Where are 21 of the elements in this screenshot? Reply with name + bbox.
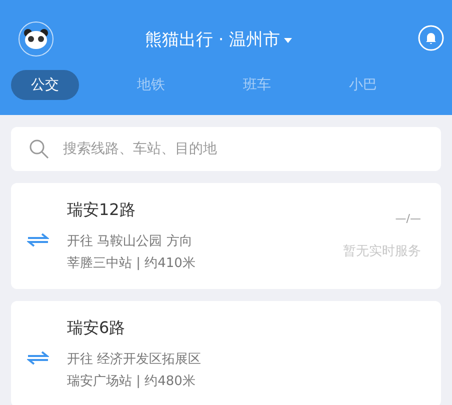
stop-distance: 莘塍三中站 | 约410米 <box>67 254 196 272</box>
search-icon <box>29 139 49 159</box>
caret-icon <box>284 38 292 44</box>
stop-distance: 瑞安广场站 | 约480米 <box>67 372 196 390</box>
panda-avatar-icon[interactable] <box>18 21 54 57</box>
route-name: 瑞安12路 <box>67 198 136 220</box>
category-tab[interactable]: 小巴 <box>329 70 397 100</box>
arrival-time: —/— <box>395 211 421 227</box>
category-tab[interactable]: 地铁 <box>117 70 185 100</box>
search-box[interactable]: 搜索线路、车站、目的地 <box>11 127 441 171</box>
route-direction: 开往 马鞍山公园 方向 <box>67 232 194 250</box>
category-tab[interactable]: 班车 <box>223 70 291 100</box>
swap-arrows-icon <box>27 351 49 365</box>
city-selector[interactable]: 熊猫出行 · 温州市 <box>145 28 292 54</box>
route-direction: 开往 经济开发区拓展区 <box>67 350 202 368</box>
route-name: 瑞安6路 <box>67 316 126 338</box>
category-tab[interactable]: 公交 <box>11 70 79 100</box>
route-card[interactable]: 瑞安6路 开往 经济开发区拓展区 瑞安广场站 | 约480米 <box>11 301 441 405</box>
search-field[interactable]: 搜索线路、车站、目的地 <box>63 138 423 160</box>
swap-arrows-icon <box>27 233 49 247</box>
bell-icon[interactable] <box>418 25 444 51</box>
